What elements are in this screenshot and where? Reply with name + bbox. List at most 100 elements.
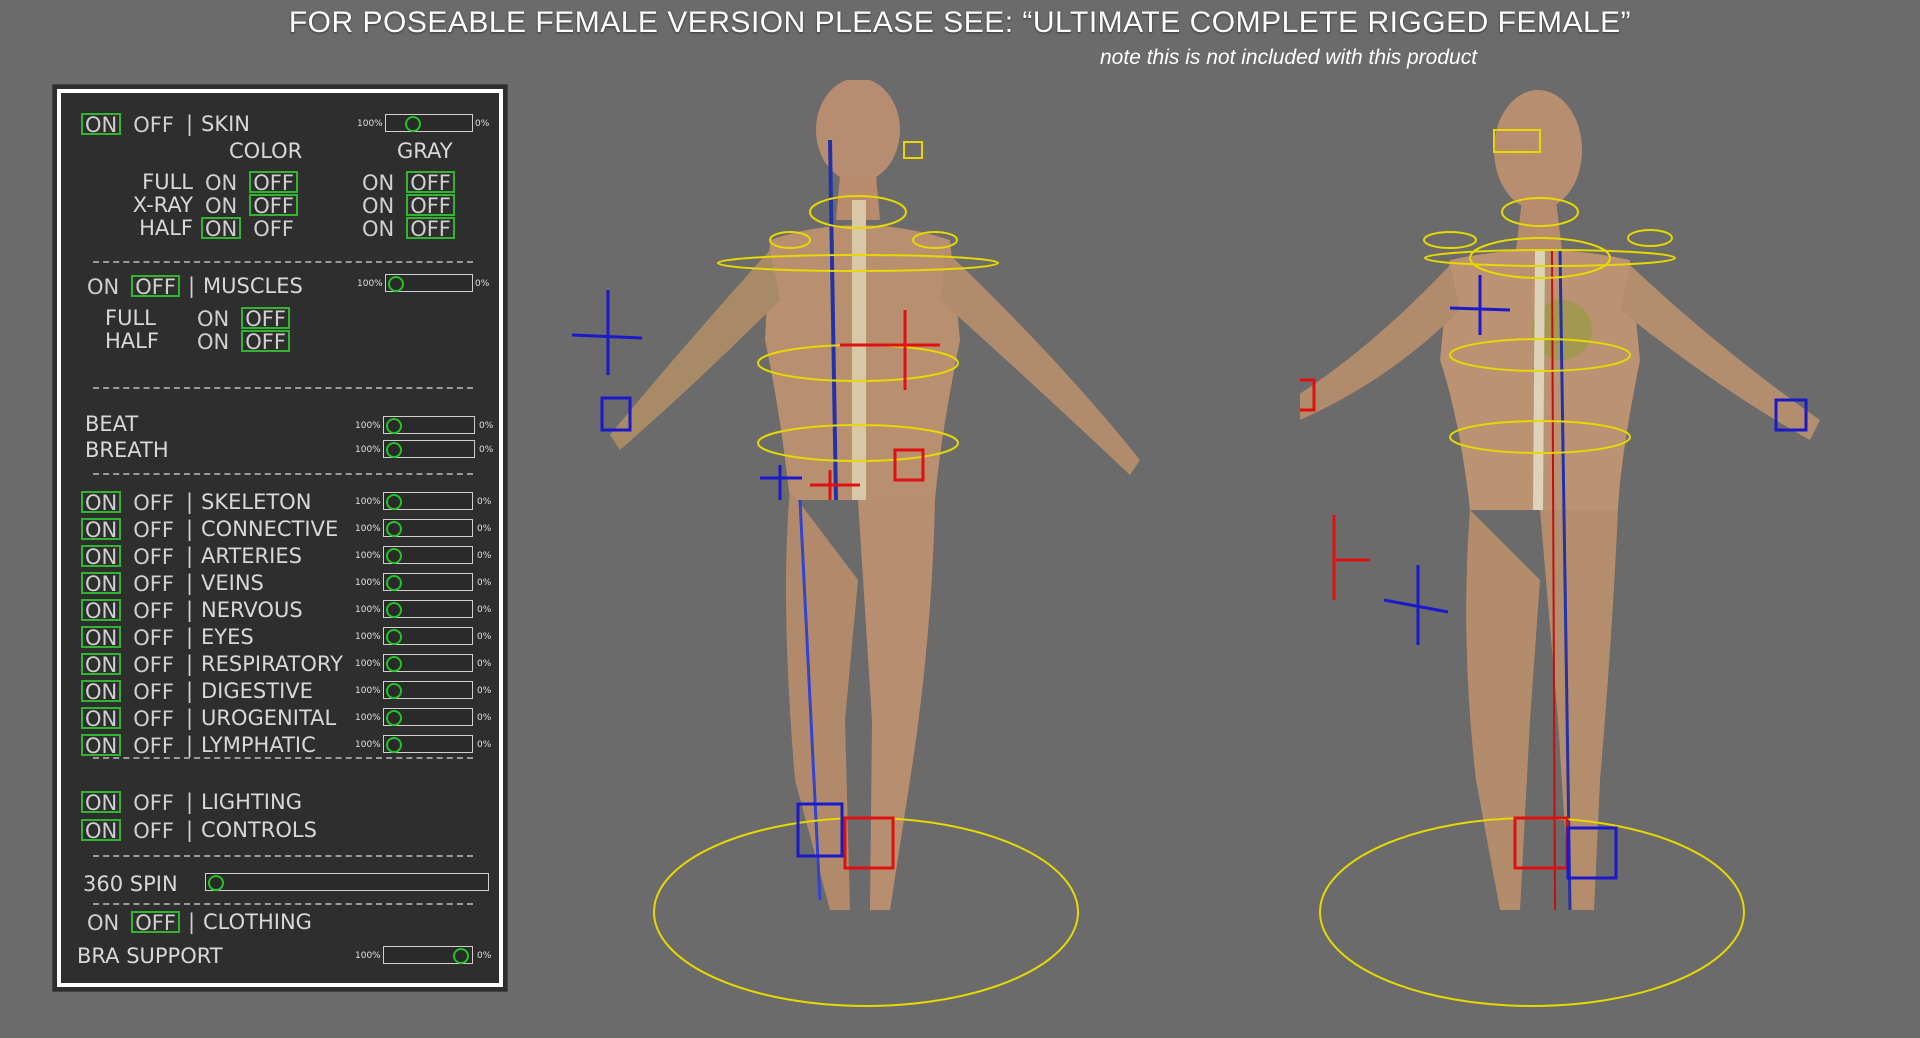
viewport-front-view[interactable] — [1300, 80, 1910, 1030]
muscle-off-toggle[interactable]: OFF — [241, 307, 290, 330]
separator: | — [185, 544, 194, 568]
system-off-toggle[interactable]: OFF — [129, 545, 178, 568]
system-off-toggle[interactable]: OFF — [129, 599, 178, 622]
muscle-off-toggle[interactable]: OFF — [241, 330, 290, 353]
system-label: ARTERIES — [201, 544, 302, 568]
slider-min-label: 0% — [477, 951, 492, 961]
system-off-toggle[interactable]: OFF — [129, 653, 178, 676]
system-off-toggle[interactable]: OFF — [129, 734, 178, 757]
system-slider[interactable] — [383, 492, 473, 510]
system-off-toggle[interactable]: OFF — [129, 491, 178, 514]
muscles-on-toggle[interactable]: ON — [83, 275, 123, 298]
spin-slider[interactable] — [205, 873, 489, 891]
controls-on-toggle[interactable]: ON — [81, 819, 122, 842]
slider-knob[interactable] — [386, 548, 402, 564]
lighting-off-toggle[interactable]: OFF — [129, 791, 178, 814]
gray-off-toggle[interactable]: OFF — [406, 194, 455, 217]
skin-slider[interactable] — [385, 114, 473, 132]
system-slider[interactable] — [383, 708, 473, 726]
slider-max-label: 100% — [355, 740, 381, 750]
controls-off-toggle[interactable]: OFF — [129, 819, 178, 842]
bra-support-slider[interactable] — [383, 946, 473, 964]
separator: | — [185, 733, 194, 757]
eye-control[interactable] — [903, 141, 923, 159]
system-off-toggle[interactable]: OFF — [129, 572, 178, 595]
slider-knob[interactable] — [386, 521, 402, 537]
system-slider[interactable] — [383, 600, 473, 618]
gray-off-toggle[interactable]: OFF — [406, 171, 455, 194]
color-off-toggle[interactable]: OFF — [249, 194, 298, 217]
system-on-toggle[interactable]: ON — [81, 518, 122, 541]
color-on-toggle[interactable]: ON — [201, 217, 242, 240]
gray-on-toggle[interactable]: ON — [358, 194, 398, 217]
gray-on-toggle[interactable]: ON — [358, 217, 398, 240]
viewport-back-view[interactable] — [540, 80, 1180, 1030]
slider-min-label: 0% — [479, 445, 494, 455]
system-on-toggle[interactable]: ON — [81, 572, 122, 595]
system-on-toggle[interactable]: ON — [81, 491, 122, 514]
slider-min-label: 0% — [477, 740, 492, 750]
system-on-toggle[interactable]: ON — [81, 707, 122, 730]
slider-knob[interactable] — [208, 875, 224, 891]
system-off-toggle[interactable]: OFF — [129, 626, 178, 649]
slider-knob[interactable] — [386, 494, 402, 510]
clothing-row: ON OFF | CLOTHING — [83, 909, 320, 935]
gray-on-toggle[interactable]: ON — [358, 171, 398, 194]
controls-label: CONTROLS — [201, 818, 317, 842]
clothing-on-toggle[interactable]: ON — [83, 911, 123, 934]
muscles-off-toggle[interactable]: OFF — [131, 275, 180, 298]
system-slider[interactable] — [383, 654, 473, 672]
slider-knob[interactable] — [386, 418, 402, 434]
separator: | — [185, 706, 194, 730]
system-on-toggle[interactable]: ON — [81, 680, 122, 703]
skin-gray-heading: GRAY — [397, 139, 453, 163]
system-off-toggle[interactable]: OFF — [129, 518, 178, 541]
slider-min-label: 0% — [477, 578, 492, 588]
muscle-on-toggle[interactable]: ON — [193, 307, 233, 330]
system-off-toggle[interactable]: OFF — [129, 707, 178, 730]
slider-knob[interactable] — [386, 602, 402, 618]
slider-knob[interactable] — [386, 683, 402, 699]
slider-knob[interactable] — [386, 442, 402, 458]
slider-knob[interactable] — [452, 948, 469, 964]
system-slider[interactable] — [383, 573, 473, 591]
system-row: ON OFF | NERVOUS — [81, 597, 311, 623]
gray-off-toggle[interactable]: OFF — [406, 217, 455, 240]
system-slider[interactable] — [383, 519, 473, 537]
system-off-toggle[interactable]: OFF — [129, 680, 178, 703]
system-on-toggle[interactable]: ON — [81, 626, 122, 649]
separator: | — [185, 571, 194, 595]
figure-front — [1300, 90, 1820, 911]
color-off-toggle[interactable]: OFF — [249, 217, 298, 240]
slider-min-label: 0% — [477, 524, 492, 534]
slider-knob[interactable] — [386, 629, 402, 645]
slider-knob[interactable] — [386, 656, 402, 672]
system-slider[interactable] — [383, 546, 473, 564]
lighting-on-toggle[interactable]: ON — [81, 791, 122, 814]
slider-knob[interactable] — [388, 276, 404, 292]
skin-on-toggle[interactable]: ON — [81, 113, 122, 136]
system-on-toggle[interactable]: ON — [81, 653, 122, 676]
slider-knob[interactable] — [405, 116, 421, 132]
system-on-toggle[interactable]: ON — [81, 545, 122, 568]
clothing-off-toggle[interactable]: OFF — [131, 911, 180, 934]
system-slider[interactable] — [383, 681, 473, 699]
system-row: ON OFF | LYMPHATIC — [81, 732, 324, 758]
system-on-toggle[interactable]: ON — [81, 599, 122, 622]
muscles-slider[interactable] — [385, 274, 473, 292]
slider-knob[interactable] — [386, 575, 402, 591]
beat-slider[interactable] — [383, 416, 475, 434]
breath-slider[interactable] — [383, 440, 475, 458]
system-slider[interactable] — [383, 627, 473, 645]
skin-off-toggle[interactable]: OFF — [129, 113, 178, 136]
separator: | — [185, 517, 194, 541]
muscle-on-toggle[interactable]: ON — [193, 330, 233, 353]
system-slider[interactable] — [383, 735, 473, 753]
slider-max-label: 100% — [355, 951, 381, 961]
color-on-toggle[interactable]: ON — [201, 171, 241, 194]
color-off-toggle[interactable]: OFF — [249, 171, 298, 194]
color-on-toggle[interactable]: ON — [201, 194, 241, 217]
system-on-toggle[interactable]: ON — [81, 734, 122, 757]
slider-knob[interactable] — [386, 737, 402, 753]
slider-knob[interactable] — [386, 710, 402, 726]
